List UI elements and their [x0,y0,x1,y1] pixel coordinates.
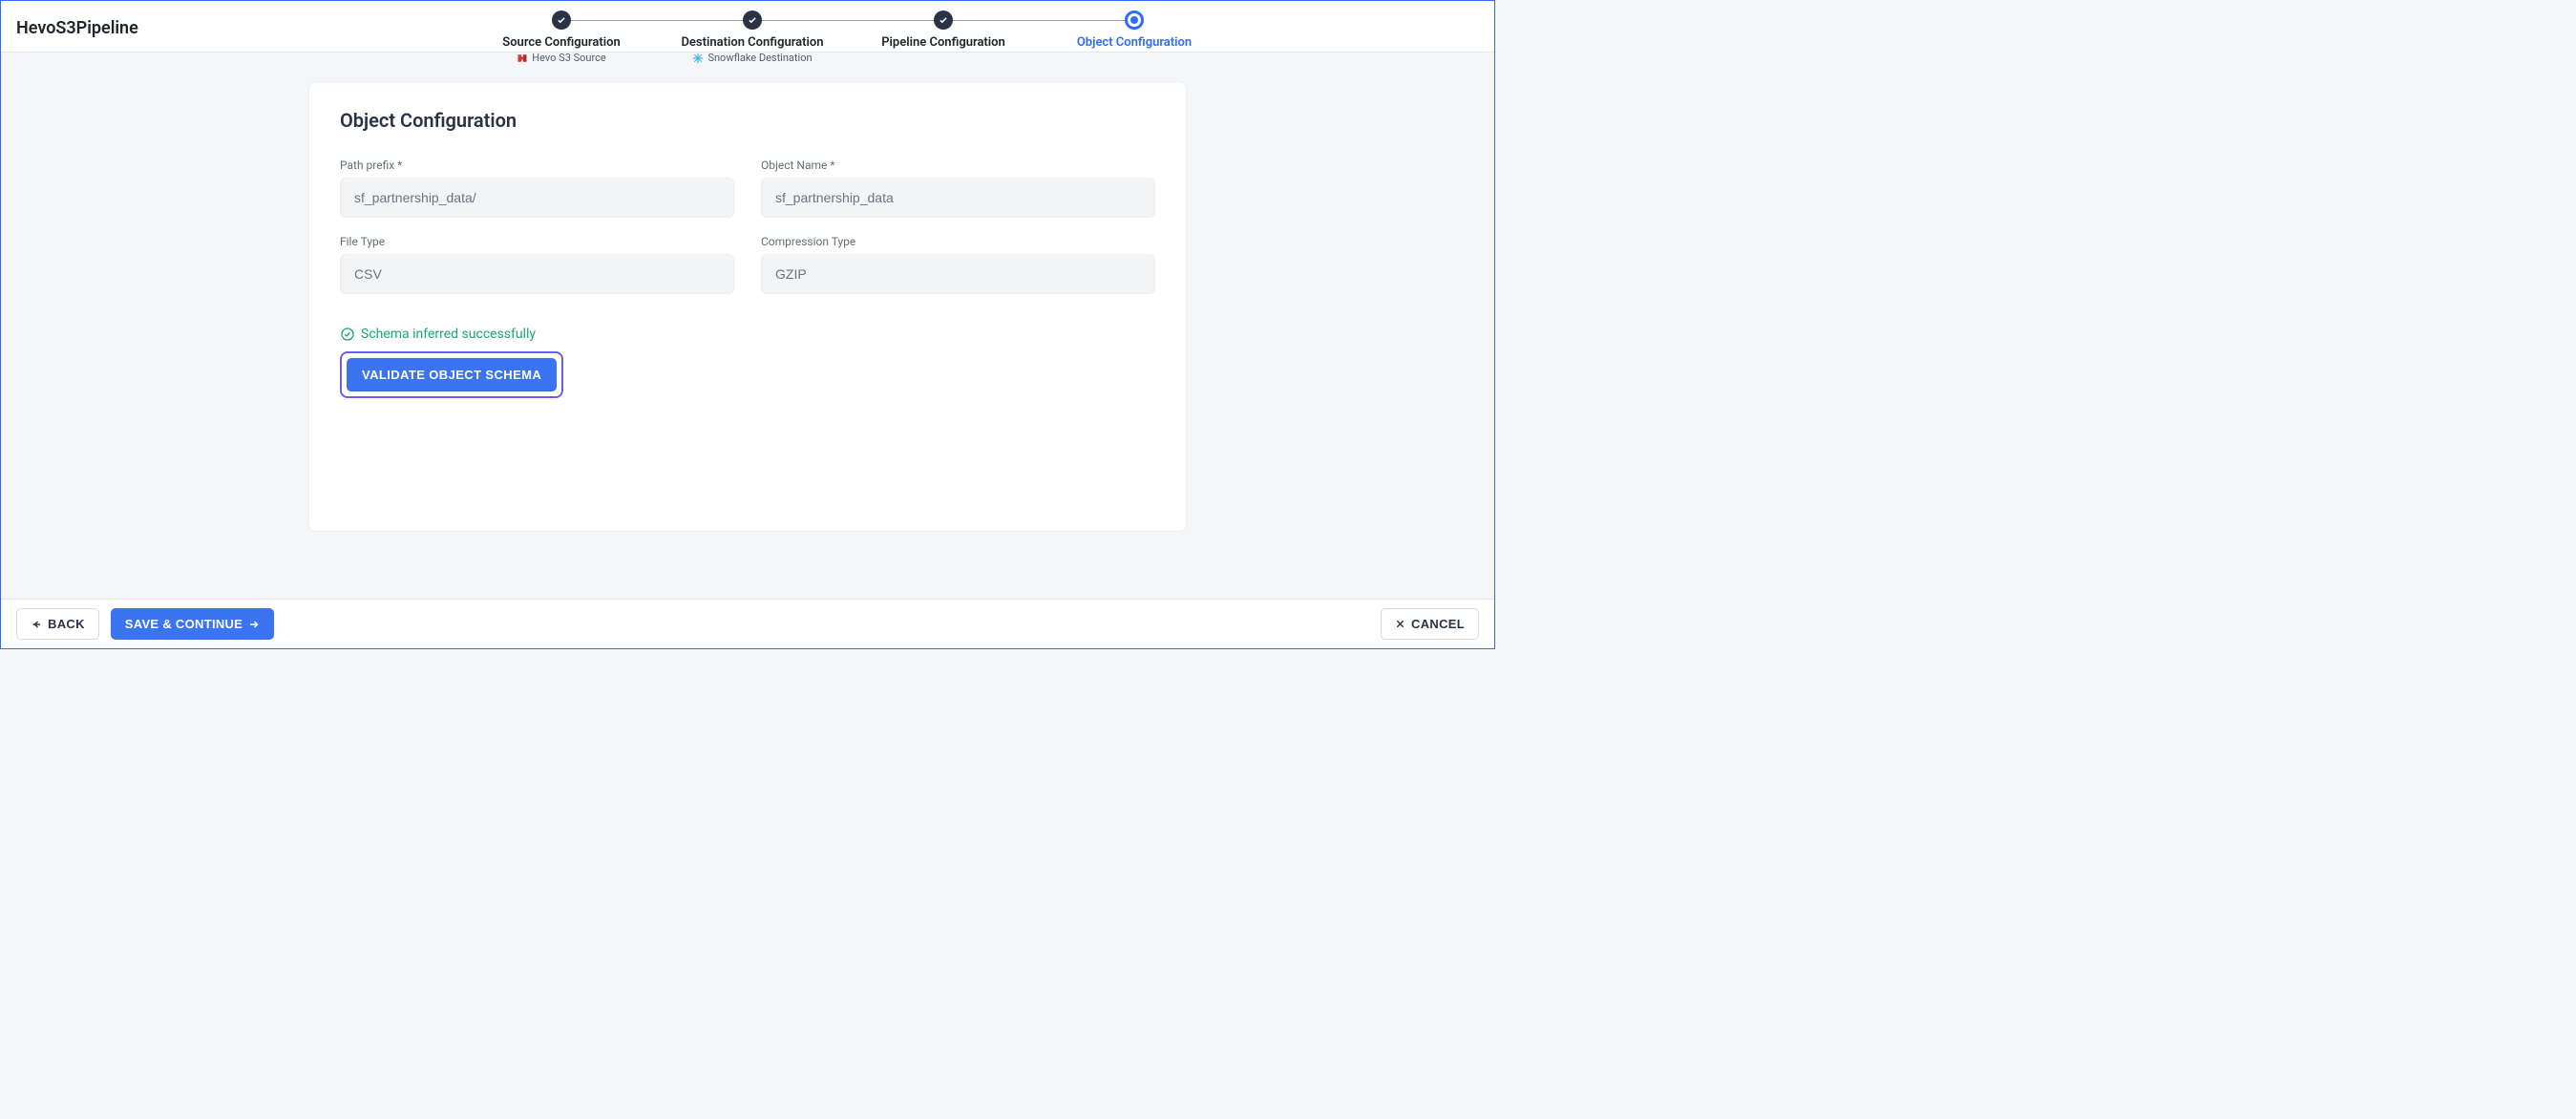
pipeline-name: HevoS3Pipeline [16,1,217,38]
snowflake-icon [692,53,704,64]
stepper-inner: Source Configuration Hevo S3 Source Dest… [466,11,1230,64]
header: HevoS3Pipeline Source Configuration Hevo… [1,1,1494,53]
step-circle-source [552,11,571,30]
arrow-right-icon [248,619,260,630]
back-button[interactable]: BACK [16,608,99,640]
main-content: Object Configuration Path prefix * Objec… [1,53,1494,599]
card-title: Object Configuration [340,109,1155,132]
step-circle-object [1125,11,1144,30]
label-object-name: Object Name * [761,158,1155,172]
validate-object-schema-button[interactable]: VALIDATE OBJECT SCHEMA [347,358,557,391]
schema-status-text: Schema inferred successfully [361,327,536,342]
cancel-button-label: CANCEL [1411,617,1465,631]
stepper: Source Configuration Hevo S3 Source Dest… [217,1,1479,64]
validate-schema-highlight: VALIDATE OBJECT SCHEMA [340,351,563,398]
close-icon [1395,619,1405,629]
step-sub-source: Hevo S3 Source [517,52,605,64]
step-sub-destination: Snowflake Destination [692,52,812,64]
form-grid: Path prefix * Object Name * File Type Co… [340,158,1155,294]
save-continue-button[interactable]: SAVE & CONTINUE [111,608,274,640]
schema-status: Schema inferred successfully [340,327,1155,342]
field-file-type: File Type [340,235,734,294]
check-icon [557,15,566,25]
step-label-object: Object Configuration [1077,35,1192,50]
input-compression-type[interactable] [761,254,1155,294]
footer: BACK SAVE & CONTINUE CANCEL [1,599,1494,648]
step-circle-pipeline [934,11,953,30]
step-destination-configuration[interactable]: Destination Configuration Snowflake Dest… [657,11,848,64]
step-circle-destination [743,11,762,30]
cancel-button[interactable]: CANCEL [1381,608,1479,640]
step-label-source: Source Configuration [502,35,620,50]
check-icon [748,15,757,25]
input-file-type[interactable] [340,254,734,294]
label-path-prefix: Path prefix * [340,158,734,172]
input-path-prefix[interactable] [340,178,734,218]
arrow-left-icon [31,619,42,630]
field-path-prefix: Path prefix * [340,158,734,218]
step-sub-destination-label: Snowflake Destination [707,52,812,64]
label-compression-type: Compression Type [761,235,1155,248]
step-label-destination: Destination Configuration [681,35,823,50]
step-label-pipeline: Pipeline Configuration [881,35,1005,50]
field-object-name: Object Name * [761,158,1155,218]
check-circle-icon [340,327,355,342]
check-icon [939,15,948,25]
field-compression-type: Compression Type [761,235,1155,294]
step-pipeline-configuration[interactable]: Pipeline Configuration [848,11,1039,50]
save-continue-label: SAVE & CONTINUE [125,617,243,631]
step-source-configuration[interactable]: Source Configuration Hevo S3 Source [466,11,657,64]
back-button-label: BACK [48,617,85,631]
step-object-configuration[interactable]: Object Configuration [1039,11,1230,50]
input-object-name[interactable] [761,178,1155,218]
step-sub-source-label: Hevo S3 Source [532,52,605,64]
hevo-icon [517,53,528,64]
label-file-type: File Type [340,235,734,248]
object-configuration-card: Object Configuration Path prefix * Objec… [308,81,1187,532]
